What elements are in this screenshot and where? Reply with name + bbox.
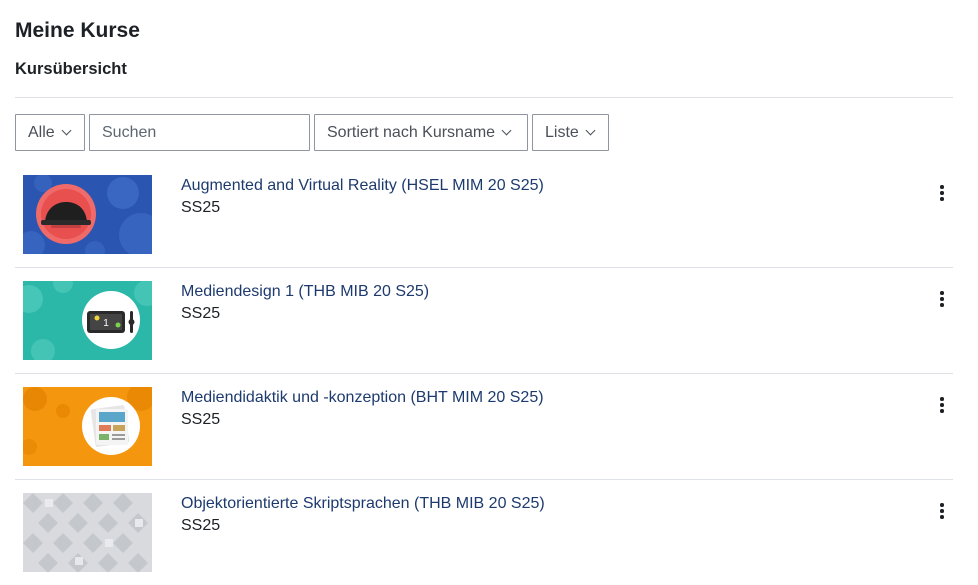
- vr-headset-icon: [23, 175, 152, 254]
- device-icon: 1: [23, 281, 152, 360]
- chevron-down-icon: [501, 125, 512, 136]
- grouping-select[interactable]: Alle: [15, 114, 85, 151]
- grouping-select-value: Alle: [28, 123, 55, 141]
- document-icon: [23, 387, 152, 466]
- course-term: SS25: [181, 199, 221, 216]
- course-image[interactable]: [23, 175, 152, 254]
- page: Meine Kurse Kursübersicht Alle Sortiert …: [0, 0, 978, 579]
- more-options-icon[interactable]: [937, 290, 947, 308]
- pattern-icon: [23, 493, 152, 572]
- search-input[interactable]: [89, 114, 310, 151]
- page-title: Meine Kurse: [15, 19, 140, 42]
- filter-bar: Alle Sortiert nach Kursname Liste: [15, 114, 609, 151]
- view-select[interactable]: Liste: [532, 114, 609, 151]
- section-title: Kursübersicht: [15, 60, 127, 78]
- course-term: SS25: [181, 517, 221, 534]
- course-image[interactable]: [23, 387, 152, 466]
- course-item: Mediendidaktik und -konzeption (BHT MIM …: [15, 374, 953, 480]
- more-options-icon[interactable]: [937, 396, 947, 414]
- course-name-link[interactable]: Augmented and Virtual Reality (HSEL MIM …: [181, 177, 544, 195]
- course-list: Augmented and Virtual Reality (HSEL MIM …: [15, 162, 953, 585]
- course-term: SS25: [181, 411, 221, 428]
- course-item: Objektorientierte Skriptsprachen (THB MI…: [15, 480, 953, 585]
- chevron-down-icon: [585, 125, 596, 136]
- course-item: 1 Mediendesign 1 (THB MIB 20 S25) SS25: [15, 268, 953, 374]
- course-image[interactable]: 1: [23, 281, 152, 360]
- course-item: Augmented and Virtual Reality (HSEL MIM …: [15, 162, 953, 268]
- course-image[interactable]: [23, 493, 152, 572]
- divider: [15, 97, 953, 98]
- course-term: SS25: [181, 305, 221, 322]
- more-options-icon[interactable]: [937, 502, 947, 520]
- sort-select-value: Sortiert nach Kursname: [327, 123, 496, 141]
- view-select-value: Liste: [545, 123, 579, 141]
- chevron-down-icon: [61, 125, 72, 136]
- svg-text:1: 1: [103, 318, 109, 329]
- more-options-icon[interactable]: [937, 184, 947, 202]
- course-name-link[interactable]: Mediendidaktik und -konzeption (BHT MIM …: [181, 389, 544, 407]
- course-name-link[interactable]: Objektorientierte Skriptsprachen (THB MI…: [181, 495, 545, 513]
- course-name-link[interactable]: Mediendesign 1 (THB MIB 20 S25): [181, 283, 429, 301]
- sort-select[interactable]: Sortiert nach Kursname: [314, 114, 528, 151]
